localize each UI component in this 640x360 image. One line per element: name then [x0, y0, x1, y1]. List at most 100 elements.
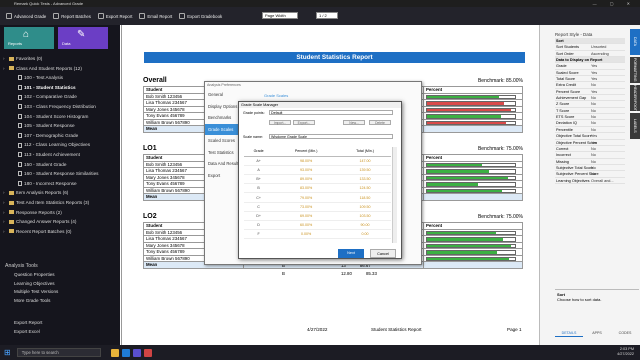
property-value[interactable]: Yes — [591, 140, 625, 145]
total-min-cell[interactable]: 109.50 — [339, 202, 391, 212]
grade-row[interactable]: D+ 69.00% 103.50 — [244, 211, 391, 222]
property-value[interactable]: No — [591, 159, 625, 164]
browser-icon[interactable] — [121, 348, 130, 357]
properties-tab-formatting[interactable]: FORMATTING — [630, 57, 640, 83]
property-value[interactable]: No — [591, 95, 625, 100]
properties-tab-headerfooter[interactable]: HEADER/FOOTER — [630, 85, 640, 116]
windows-start-icon[interactable]: ⊞ — [4, 348, 11, 357]
reports-button[interactable]: ⌂ Reports — [4, 27, 54, 49]
tree-folder[interactable]: › Item Analysis Reports (6) — [0, 188, 120, 198]
data-button[interactable]: ✎ Data — [58, 27, 108, 49]
property-value[interactable]: Yes — [591, 89, 625, 94]
tree-report[interactable]: 150 - Student Grade — [0, 160, 120, 170]
total-min-cell[interactable]: 103.50 — [339, 211, 391, 222]
percent-min-cell[interactable]: 93.00% — [273, 165, 340, 176]
total-min-cell[interactable]: 133.50 — [339, 174, 391, 185]
tree-report[interactable]: 102 - Comparative Grade — [0, 92, 120, 102]
property-value[interactable]: Yes — [591, 76, 625, 81]
export-item[interactable]: Export Excel — [0, 328, 120, 337]
tree-report[interactable]: 105 - Student Response — [0, 121, 120, 131]
analysis-tool-item[interactable]: Question Properties — [0, 271, 120, 280]
tree-report[interactable]: 160 - Student Response Similarities — [0, 169, 120, 179]
property-value[interactable]: Ascending — [591, 51, 625, 56]
grade-scales-tab[interactable]: Grade Scales — [264, 93, 288, 98]
percent-min-cell[interactable]: 98.00% — [273, 156, 340, 166]
toolbar-button-4[interactable]: Export Gradebook — [177, 11, 224, 21]
total-min-cell[interactable]: 118.50 — [339, 192, 391, 203]
percent-min-cell[interactable]: 60.00% — [273, 220, 340, 231]
tree-report[interactable]: 113 - Student Achievement — [0, 150, 120, 160]
property-value[interactable]: Unsorted — [591, 44, 625, 49]
preferences-nav-item[interactable]: General — [205, 89, 245, 101]
next-button[interactable]: Next — [338, 249, 364, 258]
analysis-tool-item[interactable]: Learning Objectives — [0, 280, 120, 289]
tree-report[interactable]: 101 - Student Statistics — [0, 83, 120, 93]
property-value[interactable]: No — [591, 165, 625, 170]
grade-row[interactable]: B+ 89.00% 133.50 — [244, 174, 391, 185]
property-value[interactable]: Overall and... — [591, 178, 625, 183]
toolbar-button-1[interactable]: Report Batches — [51, 11, 93, 21]
tree-folder[interactable]: › Test And Item Statistics Reports (3) — [0, 198, 120, 208]
grade-row[interactable]: B 83.00% 124.50 — [244, 183, 391, 194]
scale-delete-button[interactable]: Delete — [369, 120, 391, 125]
scale-new-button[interactable]: New... — [343, 120, 365, 125]
window-controls[interactable]: — ▢ ✕ — [593, 0, 636, 7]
percent-min-cell[interactable]: 83.00% — [273, 183, 340, 194]
tree-folder[interactable]: › Response Reports (2) — [0, 208, 120, 218]
zoom-select[interactable]: Page Width — [262, 12, 298, 19]
property-value[interactable]: Yes — [591, 70, 625, 75]
toolbar-button-2[interactable]: Export Report — [96, 11, 135, 21]
property-value[interactable]: No — [591, 101, 625, 106]
export-item[interactable]: Export Report — [0, 319, 120, 328]
tree-folder[interactable]: › Favorites (0) — [0, 54, 120, 64]
total-min-cell[interactable]: 139.50 — [339, 165, 391, 176]
tree-folder[interactable]: › Recent Report Batches (0) — [0, 227, 120, 237]
tree-folder[interactable]: › Class And Student Reports (12) — [0, 64, 120, 74]
tree-report[interactable]: 180 - Incorrect Response — [0, 179, 120, 189]
property-value[interactable]: Yes — [591, 133, 625, 138]
bottom-tab-apps[interactable]: APPS — [583, 330, 611, 337]
tree-report[interactable]: 107 - Demographic Grade — [0, 131, 120, 141]
property-value[interactable]: No — [591, 108, 625, 113]
grade-row[interactable]: C+ 79.00% 118.50 — [244, 192, 391, 203]
toolbar-button-0[interactable]: Advanced Grade — [4, 11, 48, 21]
taskbar-search[interactable]: Type here to search — [16, 348, 101, 357]
cancel-button[interactable]: Cancel — [370, 249, 396, 258]
scale-import-button[interactable]: Import... — [269, 120, 291, 125]
percent-min-cell[interactable]: 0.00% — [273, 229, 340, 240]
analysis-tool-item[interactable]: More Grade Tools — [0, 297, 120, 306]
bottom-tab-details[interactable]: DETAILS — [555, 330, 583, 337]
percent-min-cell[interactable]: 73.00% — [273, 202, 340, 212]
property-value[interactable]: No — [591, 114, 625, 119]
grade-row[interactable]: C 73.00% 109.50 — [244, 202, 391, 212]
property-value[interactable]: No — [591, 120, 625, 125]
remark-icon[interactable] — [143, 348, 152, 357]
property-value[interactable]: No — [591, 82, 625, 87]
property-value[interactable]: No — [591, 127, 625, 132]
app-icon[interactable] — [132, 348, 141, 357]
property-value[interactable]: No — [591, 171, 625, 176]
percent-min-cell[interactable]: 69.00% — [273, 211, 340, 222]
property-row[interactable]: Learning Objectives Overall and... — [555, 178, 625, 184]
toolbar-button-3[interactable]: Email Report — [137, 11, 174, 21]
properties-tab-labels[interactable]: LABELS — [630, 113, 640, 139]
properties-tab-data[interactable]: DATA — [630, 29, 640, 55]
total-min-cell[interactable]: 124.50 — [339, 183, 391, 194]
tree-folder[interactable]: › Changed Answer Reports (4) — [0, 217, 120, 227]
scale-name-input[interactable]: Wisdome Grade Scale — [269, 134, 393, 139]
total-min-cell[interactable]: 147.00 — [339, 156, 391, 166]
grade-row[interactable]: A+ 98.00% 147.00 — [244, 156, 391, 166]
total-min-cell[interactable]: 90.00 — [339, 220, 391, 231]
property-value[interactable]: No — [591, 146, 625, 151]
page-indicator[interactable]: 1 / 2 — [316, 12, 338, 19]
property-value[interactable]: No — [591, 152, 625, 157]
grade-points-select[interactable]: Default — [269, 110, 393, 115]
grade-row[interactable]: F 0.00% 0.00 — [244, 229, 391, 240]
file-explorer-icon[interactable] — [110, 348, 119, 357]
tree-report[interactable]: 112 - Class Learning Objectives — [0, 140, 120, 150]
table-scrollbar[interactable] — [392, 147, 397, 243]
grade-row[interactable]: A 93.00% 139.50 — [244, 165, 391, 176]
tree-report[interactable]: 104 - Student Score Histogram — [0, 112, 120, 122]
bottom-tab-codes[interactable]: CODES — [611, 330, 639, 337]
property-value[interactable]: Yes — [591, 63, 625, 68]
